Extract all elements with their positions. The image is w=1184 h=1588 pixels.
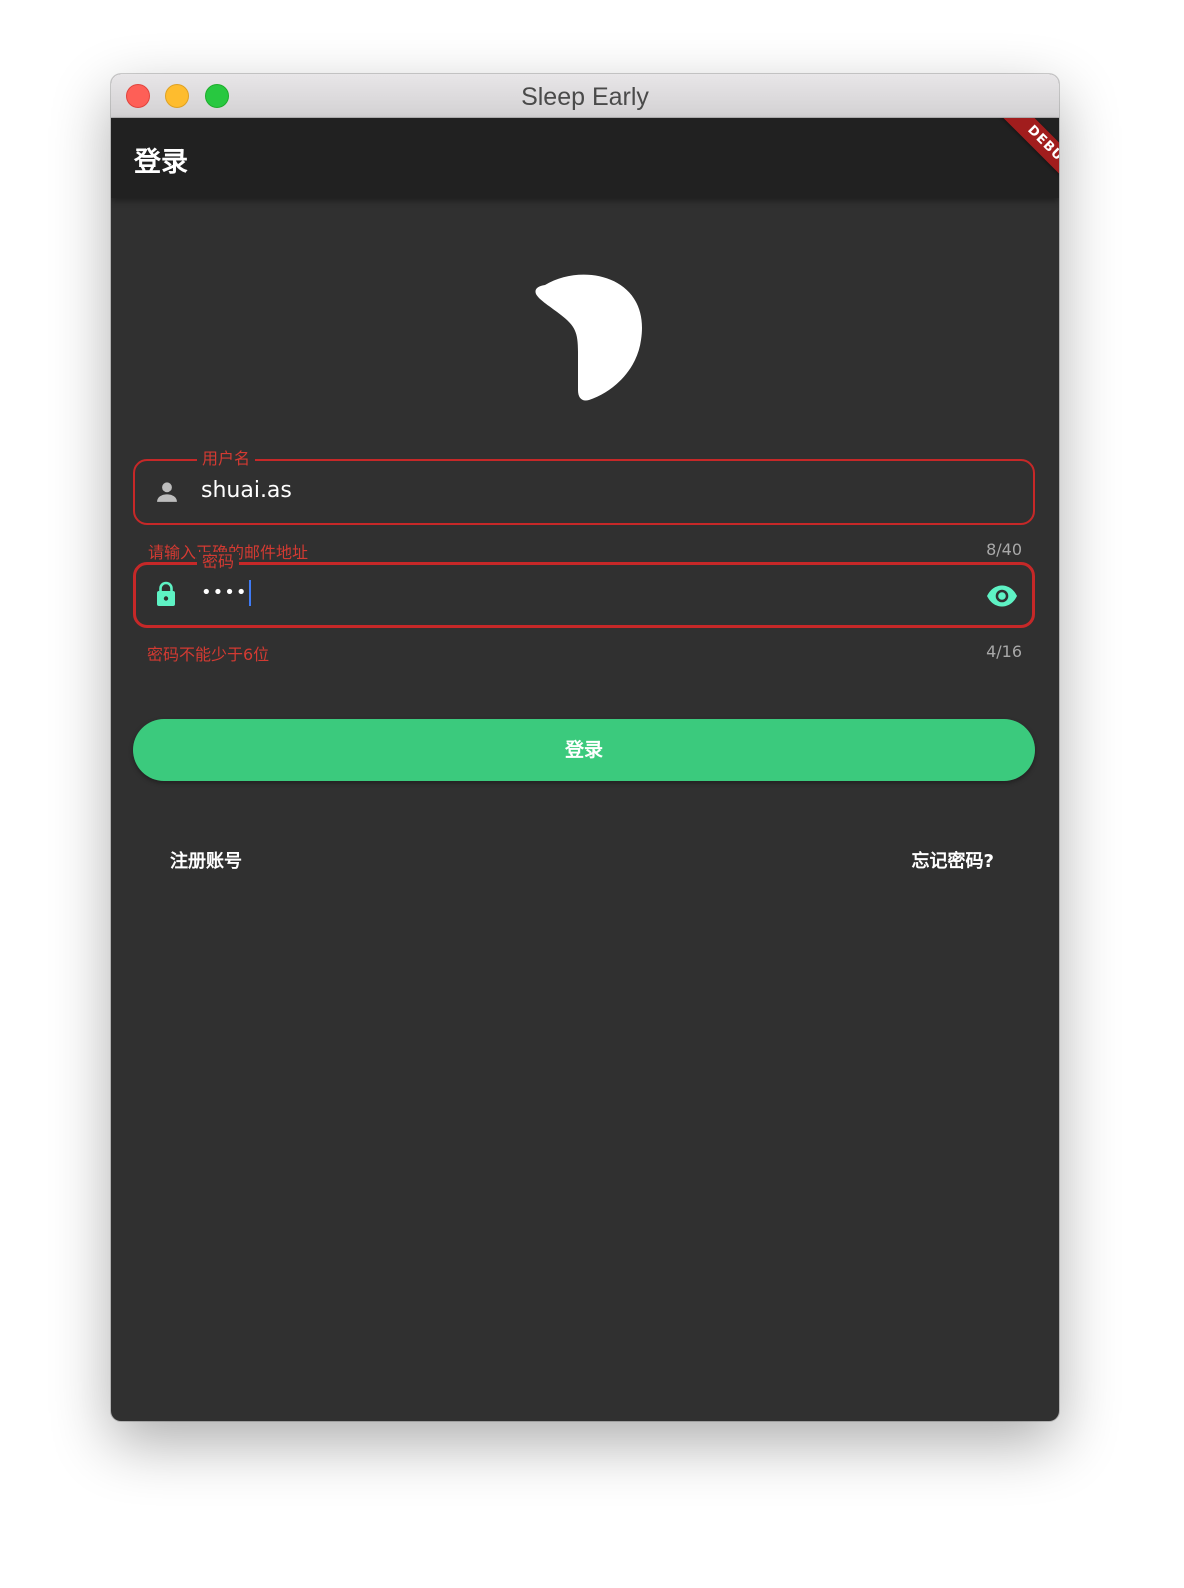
- eye-icon[interactable]: [986, 580, 1018, 612]
- app-bar: 登录: [111, 118, 1059, 198]
- register-link[interactable]: 注册账号: [170, 847, 242, 873]
- forgot-password-link[interactable]: 忘记密码?: [912, 847, 994, 873]
- password-label: 密码: [197, 552, 240, 572]
- moon-icon: [535, 274, 642, 401]
- debug-banner: DEBUG: [991, 118, 1059, 200]
- username-input[interactable]: shuai.as: [201, 476, 292, 506]
- password-field[interactable]: 密码 ••••: [133, 552, 1035, 628]
- window-title: Sleep Early: [521, 83, 649, 111]
- password-input[interactable]: ••••: [201, 578, 252, 608]
- login-button[interactable]: 登录: [133, 719, 1035, 781]
- username-label: 用户名: [197, 449, 256, 469]
- password-error-text: 密码不能少于6位: [147, 645, 270, 664]
- text-cursor: [249, 580, 252, 606]
- page-title: 登录: [134, 147, 188, 178]
- password-masked-value: ••••: [201, 582, 248, 603]
- password-char-counter: 4/16: [986, 642, 1022, 661]
- person-icon: [157, 482, 177, 502]
- lock-icon: [157, 581, 175, 606]
- app-window: Sleep Early 登录 DEBUG 用户名 shuai.as 请输入正确的…: [111, 74, 1059, 1421]
- username-field[interactable]: 用户名 shuai.as: [133, 449, 1035, 525]
- username-char-counter: 8/40: [986, 540, 1022, 559]
- title-bar[interactable]: Sleep Early: [111, 74, 1059, 118]
- debug-banner-container: DEBUG: [977, 118, 1059, 200]
